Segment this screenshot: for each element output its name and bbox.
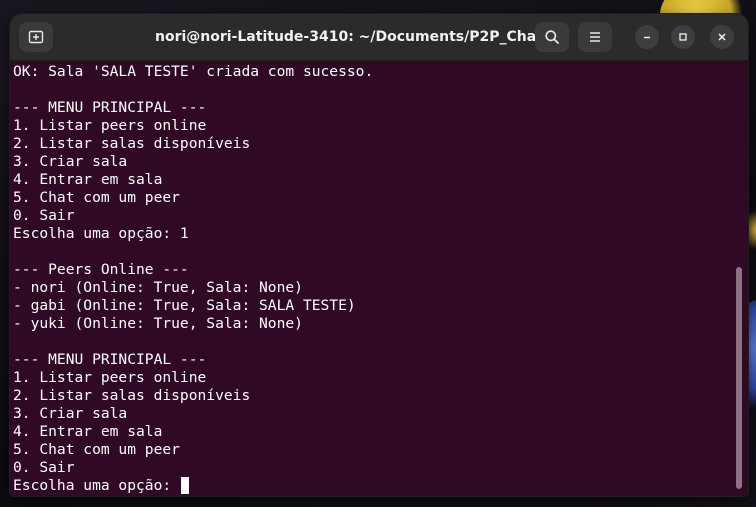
terminal-line: 0. Sair	[13, 459, 75, 476]
terminal-line: 1. Listar peers online	[13, 117, 207, 134]
maximize-icon	[678, 32, 688, 42]
hamburger-menu-icon	[588, 30, 602, 44]
terminal-line: 3. Criar sala	[13, 405, 128, 422]
menu-button[interactable]	[578, 22, 612, 52]
new-tab-icon	[28, 29, 44, 45]
window-title: nori@nori-Latitude-3410: ~/Documents/P2P…	[155, 29, 543, 45]
minimize-button[interactable]	[635, 25, 659, 49]
terminal-line: --- Peers Online ---	[13, 261, 189, 278]
terminal-line: 1. Listar peers online	[13, 369, 207, 386]
search-icon	[544, 29, 560, 45]
terminal-line: 5. Chat com um peer	[13, 441, 180, 458]
terminal-output[interactable]: OK: Sala 'SALA TESTE' criada com sucesso…	[10, 61, 734, 496]
terminal-line: - nori (Online: True, Sala: None)	[13, 279, 303, 296]
terminal-line: 0. Sair	[13, 207, 75, 224]
scrollbar-thumb[interactable]	[736, 267, 742, 489]
terminal-line: 2. Listar salas disponíveis	[13, 387, 251, 404]
close-icon	[717, 32, 727, 42]
terminal-line: - yuki (Online: True, Sala: None)	[13, 315, 303, 332]
terminal-line: 5. Chat com um peer	[13, 189, 180, 206]
new-tab-button[interactable]	[19, 22, 53, 52]
desktop: nori@nori-Latitude-3410: ~/Documents/P2P…	[0, 0, 756, 507]
terminal-line: - gabi (Online: True, Sala: SALA TESTE)	[13, 297, 356, 314]
terminal-line: Escolha uma opção: 1	[13, 225, 189, 242]
terminal-line: 4. Entrar em sala	[13, 423, 163, 440]
terminal-line: 3. Criar sala	[13, 153, 128, 170]
terminal-prompt: Escolha uma opção:	[13, 477, 180, 494]
terminal-window: nori@nori-Latitude-3410: ~/Documents/P2P…	[10, 14, 748, 496]
terminal-line: 4. Entrar em sala	[13, 171, 163, 188]
terminal-line: 2. Listar salas disponíveis	[13, 135, 251, 152]
search-button[interactable]	[535, 22, 569, 52]
terminal-line: --- MENU PRINCIPAL ---	[13, 351, 207, 368]
terminal-prompt-line[interactable]: Escolha uma opção:	[13, 477, 734, 495]
minimize-icon	[642, 32, 652, 42]
terminal-line: OK: Sala 'SALA TESTE' criada com sucesso…	[13, 63, 374, 80]
close-button[interactable]	[710, 25, 734, 49]
terminal-line: --- MENU PRINCIPAL ---	[13, 99, 207, 116]
maximize-button[interactable]	[671, 25, 695, 49]
text-cursor	[180, 477, 189, 494]
titlebar[interactable]: nori@nori-Latitude-3410: ~/Documents/P2P…	[10, 14, 748, 61]
